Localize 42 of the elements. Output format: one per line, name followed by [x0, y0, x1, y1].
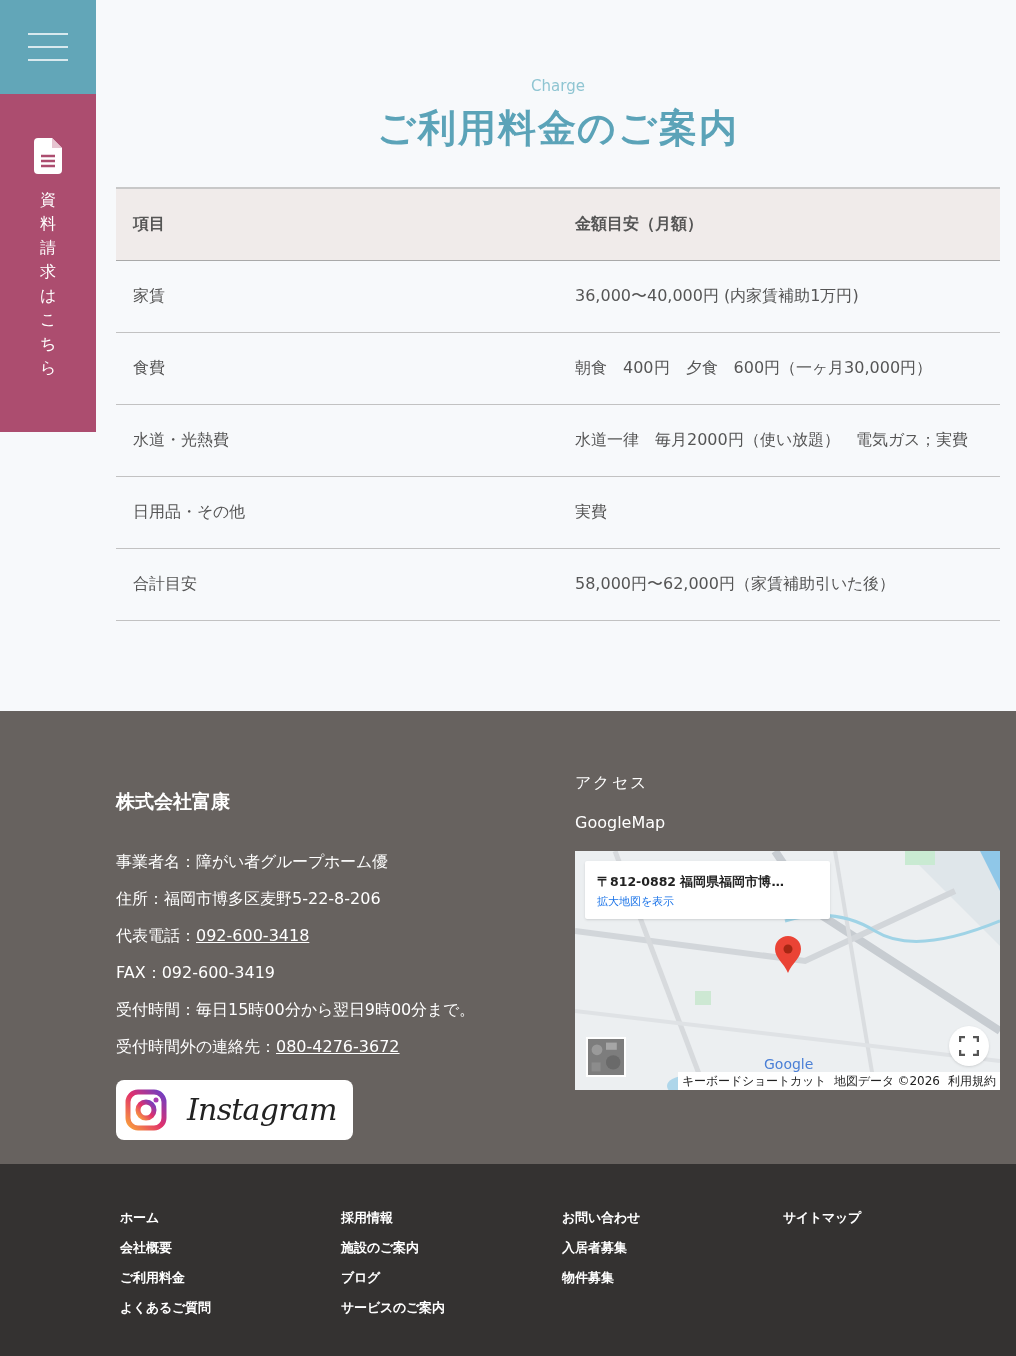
section-eyebrow: Charge: [531, 76, 585, 97]
footer-link[interactable]: お問い合わせ: [562, 1208, 640, 1227]
footer-link[interactable]: サービスのご案内: [341, 1298, 445, 1317]
table-cell-text: 58,000円〜62,000円（家賃補助引いた後）: [574, 573, 895, 595]
table-cell-text: 日用品・その他: [132, 501, 246, 523]
footer-link[interactable]: 会社概要: [120, 1238, 172, 1257]
section-title: ご利用料金のご案内: [376, 104, 740, 152]
table-cell-text: 36,000〜40,000円 (内家賃補助1万円): [574, 285, 859, 307]
document-icon: [34, 138, 62, 174]
phone-link[interactable]: 092-600-3418: [196, 925, 310, 945]
column-header: 項目: [132, 213, 166, 235]
footer-link[interactable]: 施設のご案内: [341, 1238, 419, 1257]
footer-link[interactable]: ご利用料金: [120, 1268, 185, 1287]
table-cell-text: 食費: [132, 357, 166, 379]
footer-link[interactable]: ブログ: [341, 1268, 380, 1287]
contact-line: FAX：092-600-3419: [116, 961, 276, 984]
phone-link[interactable]: 080-4276-3672: [276, 1036, 400, 1056]
table-cell-text: 家賃: [132, 285, 166, 307]
table-cell-text: 実費: [574, 501, 607, 523]
footer-link[interactable]: サイトマップ: [783, 1208, 861, 1227]
instagram-icon: [125, 1088, 167, 1131]
access-heading: アクセス: [575, 772, 650, 794]
footer-link[interactable]: ホーム: [120, 1208, 159, 1227]
instagram-button[interactable]: Instagram: [116, 1079, 353, 1140]
map-label: GoogleMap: [575, 812, 667, 834]
contact-line: 代表電話：092-600-3418: [116, 924, 311, 947]
footer-link[interactable]: よくあるご質問: [120, 1298, 211, 1317]
footer-link[interactable]: 入居者募集: [562, 1238, 627, 1257]
table-cell-text: 合計目安: [132, 573, 198, 595]
table-cell-text: 水道一律 毎月2000円（使い放題） 電気ガス；実費: [574, 429, 968, 451]
footer-link[interactable]: 物件募集: [562, 1268, 614, 1287]
contact-line: 事業者名：障がい者グループホーム優: [116, 850, 389, 873]
request-link[interactable]: 資料請求はこちら: [0, 94, 96, 432]
table-cell-text: 朝食 400円 夕食 600円（一ヶ月30,000円）: [574, 357, 933, 379]
contact-line: 住所：福岡市博多区麦野5-22-8-206: [116, 887, 382, 910]
contact-line: 受付時間：毎日15時00分から翌日9時00分まで。: [116, 998, 477, 1021]
menu-icon: [27, 32, 69, 62]
contact-line: 受付時間外の連絡先：080-4276-3672: [116, 1035, 401, 1058]
company-name: 株式会社富康: [116, 789, 231, 814]
column-header: 金額目安（月額）: [574, 213, 703, 235]
table-cell-text: 水道・光熱費: [132, 429, 230, 451]
footer-link[interactable]: 採用情報: [341, 1208, 393, 1227]
